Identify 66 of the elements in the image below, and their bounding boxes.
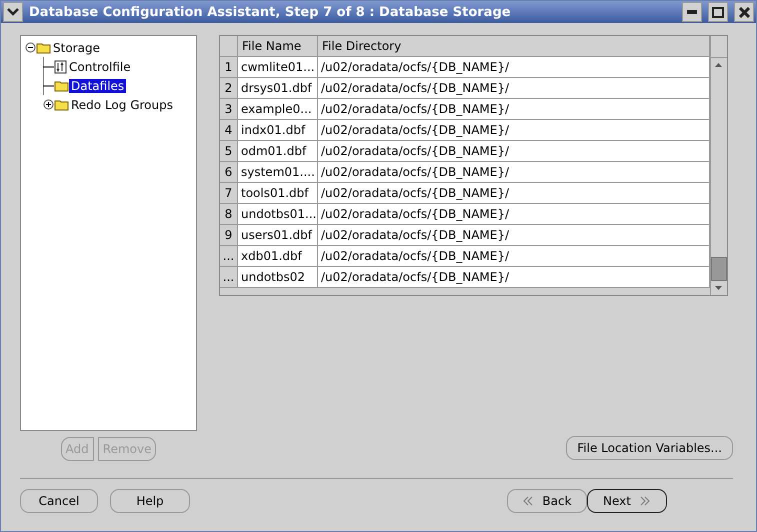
- row-header: 8: [220, 204, 238, 225]
- chevron-left-icon: [522, 496, 534, 506]
- cancel-button[interactable]: Cancel: [20, 489, 98, 513]
- table-cell: undotbs01...: [238, 204, 318, 225]
- folder-icon: [54, 80, 69, 92]
- table-cell: /u02/oradata/ocfs/{DB_NAME}/: [318, 246, 710, 267]
- tree-item[interactable]: Storage: [51, 40, 102, 54]
- tree-item[interactable]: Controlfile: [67, 60, 133, 74]
- row-header: 6: [220, 162, 238, 183]
- maximize-button[interactable]: [708, 2, 728, 22]
- corner-header: [220, 36, 238, 57]
- row-header: 2: [220, 78, 238, 99]
- maximize-icon: [712, 6, 724, 18]
- collapse-icon[interactable]: [25, 42, 36, 53]
- row-header: 1: [220, 57, 238, 78]
- menu-button[interactable]: [3, 2, 23, 22]
- table-cell: /u02/oradata/ocfs/{DB_NAME}/: [318, 204, 710, 225]
- close-icon: [738, 6, 750, 18]
- folder-icon: [54, 98, 69, 110]
- expand-icon[interactable]: [43, 99, 54, 110]
- row-header: 7: [220, 183, 238, 204]
- table-cell: cwmlite01...: [238, 57, 318, 78]
- chevron-right-icon: [638, 496, 651, 506]
- table-cell: system01....: [238, 162, 318, 183]
- column-header[interactable]: File Directory: [318, 36, 710, 57]
- folder-icon: [36, 42, 51, 54]
- next-button[interactable]: Next: [587, 489, 667, 513]
- table-cell: /u02/oradata/ocfs/{DB_NAME}/: [318, 141, 710, 162]
- table-cell: /u02/oradata/ocfs/{DB_NAME}/: [318, 78, 710, 99]
- table-cell: /u02/oradata/ocfs/{DB_NAME}/: [318, 99, 710, 120]
- minimize-icon: [687, 10, 697, 14]
- window-title: Database Configuration Assistant, Step 7 of 8 : Database Storage: [29, 4, 512, 20]
- table-cell: odm01.dbf: [238, 141, 318, 162]
- table-cell: example0...: [238, 99, 318, 120]
- row-header: 3: [220, 99, 238, 120]
- row-header: 9: [220, 225, 238, 246]
- tree-item[interactable]: Redo Log Groups: [69, 98, 175, 112]
- table-cell: xdb01.dbf: [238, 246, 318, 267]
- tree-line-icon: [43, 76, 54, 95]
- column-header[interactable]: File Name: [238, 36, 318, 57]
- minimize-button[interactable]: [682, 2, 702, 22]
- scrollbar[interactable]: [710, 36, 727, 295]
- table-cell: drsys01.dbf: [238, 78, 318, 99]
- scroll-thumb[interactable]: [711, 257, 727, 281]
- back-button[interactable]: Back: [507, 489, 587, 513]
- table-cell: /u02/oradata/ocfs/{DB_NAME}/: [318, 267, 710, 288]
- chevron-down-icon: [7, 8, 19, 16]
- table-cell: undotbs02: [238, 267, 318, 288]
- document-icon: [54, 60, 67, 74]
- help-button[interactable]: Help: [110, 489, 190, 513]
- table-cell: /u02/oradata/ocfs/{DB_NAME}/: [318, 225, 710, 246]
- tree-item[interactable]: Datafiles: [69, 78, 126, 92]
- row-header: 5: [220, 141, 238, 162]
- table-cell: /u02/oradata/ocfs/{DB_NAME}/: [318, 183, 710, 204]
- close-button[interactable]: [734, 2, 754, 22]
- table-cell: users01.dbf: [238, 225, 318, 246]
- file-location-variables-button[interactable]: File Location Variables...: [566, 436, 733, 460]
- row-header: ...: [220, 246, 238, 267]
- row-header: 4: [220, 120, 238, 141]
- tree-line-icon: [43, 57, 54, 76]
- table-cell: tools01.dbf: [238, 183, 318, 204]
- row-header: ...: [220, 267, 238, 288]
- table-cell: indx01.dbf: [238, 120, 318, 141]
- table-cell: /u02/oradata/ocfs/{DB_NAME}/: [318, 57, 710, 78]
- table-cell: /u02/oradata/ocfs/{DB_NAME}/: [318, 120, 710, 141]
- table-cell: /u02/oradata/ocfs/{DB_NAME}/: [318, 162, 710, 183]
